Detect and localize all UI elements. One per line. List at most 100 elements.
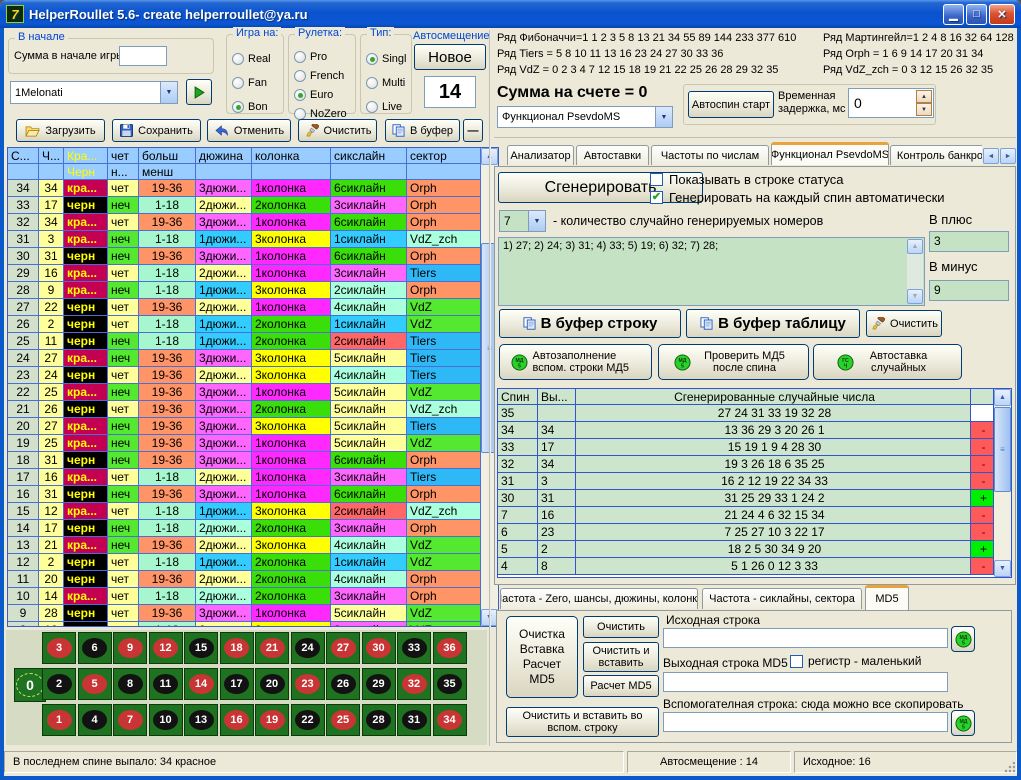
table-row[interactable]: 3234кра...чет19-363дюжи...1колонка6сикла…	[8, 214, 481, 231]
copy-row-button[interactable]: В буфер строку	[499, 309, 681, 338]
table-row[interactable]: 2916кра...чет1-182дюжи...1колонка3сиклай…	[8, 265, 481, 282]
minus-value-field[interactable]: 9	[929, 280, 1009, 301]
board-cell-8[interactable]: 8	[113, 668, 147, 700]
board-cell-12[interactable]: 12	[149, 632, 183, 664]
brush-button[interactable]: Очистить	[298, 119, 377, 142]
table-row[interactable]: 2324чернчет19-362дюжи...3колонка4сиклайн…	[8, 367, 481, 384]
table-row[interactable]: 2027кра...неч19-363дюжи...3колонка5сикла…	[8, 418, 481, 435]
spin-table-row[interactable]: 303131 25 29 33 1 24 2+	[498, 490, 994, 507]
copy-table-button[interactable]: В буфер таблицу	[686, 309, 860, 338]
md5-calc-button[interactable]: Расчет MD5	[583, 675, 659, 697]
radio-euro[interactable]: Euro	[294, 89, 333, 101]
radio-multi[interactable]: Multi	[366, 77, 405, 89]
spinner-down-icon[interactable]: ▼	[916, 103, 932, 116]
minimize-button[interactable]: ▁	[943, 4, 964, 25]
chevron-down-icon[interactable]: ▼	[655, 107, 672, 127]
table-row[interactable]: 2427кра...неч19-363дюжи...3колонка5сикла…	[8, 350, 481, 367]
spin-table-row[interactable]: 71621 24 4 6 32 15 34-	[498, 507, 994, 524]
scroll-down-icon[interactable]: ▼	[907, 289, 923, 304]
board-cell-32[interactable]: 32	[397, 668, 431, 700]
board-cell-31[interactable]: 31	[397, 704, 431, 736]
table-row[interactable]: 928чернчет19-363дюжи...1колонка5сиклайнV…	[8, 605, 481, 622]
spin-table-row[interactable]: 6237 25 27 10 3 22 17-	[498, 524, 994, 541]
board-cell-17[interactable]: 17	[220, 668, 254, 700]
checkbox-icon[interactable]	[650, 191, 663, 204]
board-cell-7[interactable]: 7	[113, 704, 147, 736]
table-row[interactable]: 2126чернчет19-363дюжи...2колонка5сиклайн…	[8, 401, 481, 418]
board-cell-26[interactable]: 26	[326, 668, 360, 700]
checkbox-icon[interactable]	[790, 655, 803, 668]
plus-value-field[interactable]: 3	[929, 231, 1009, 252]
textarea-scrollbar[interactable]: ▲ ▼	[907, 239, 923, 304]
open-button[interactable]: Загрузить	[16, 119, 105, 142]
spin-table-row[interactable]: 323419 3 26 18 6 35 25-	[498, 456, 994, 473]
md5-clear-button[interactable]: Очистить	[583, 616, 659, 638]
board-cell-14[interactable]: 14	[184, 668, 218, 700]
copy-button[interactable]: В буфер	[385, 119, 460, 142]
md5-aux-calc-button[interactable]: МД5	[951, 710, 975, 736]
generated-numbers-textarea[interactable]: 1) 27; 2) 24; 3) 31; 4) 33; 5) 19; 6) 32…	[498, 237, 925, 306]
auto-bet-button[interactable]: ГСЧ Автоставка случайных	[813, 344, 962, 380]
board-cell-19[interactable]: 19	[255, 704, 289, 736]
board-cell-24[interactable]: 24	[291, 632, 325, 664]
spin-table-row[interactable]: 5218 2 5 30 34 9 20+	[498, 541, 994, 558]
table-row[interactable]: 3434кра...чет19-363дюжи...1колонка6сикла…	[8, 180, 481, 197]
undo-button[interactable]: Отменить	[207, 119, 291, 142]
radio-french[interactable]: French	[294, 70, 344, 82]
table-row[interactable]: 1831черннеч19-363дюжи...1колонка6сиклайн…	[8, 452, 481, 469]
table-row[interactable]: 818чернчет1-182дюжи...3колонка3сиклайнVd…	[8, 622, 481, 627]
tab-3[interactable]: Частоты по числам	[651, 145, 769, 165]
md5-big-button[interactable]: Очистка Вставка Расчет MD5	[506, 616, 578, 698]
table-row[interactable]: 2225кра...неч19-363дюжи...1колонка5сикла…	[8, 384, 481, 401]
board-cell-5[interactable]: 5	[78, 668, 112, 700]
table-row[interactable]: 2511черннеч1-181дюжи...2колонка2сиклайнT…	[8, 333, 481, 350]
spin-table-row[interactable]: 343413 36 29 3 20 26 1-	[498, 422, 994, 439]
start-sum-input[interactable]	[119, 46, 167, 66]
spins-scrollbar[interactable]: ▲ ≡ ▼	[994, 389, 1011, 577]
table-row[interactable]: 122чернчет1-181дюжи...2колонка1сиклайнVd…	[8, 554, 481, 571]
table-row[interactable]: 313кра...неч1-181дюжи...3колонка1сиклайн…	[8, 231, 481, 248]
radio-fan[interactable]: Fan	[232, 77, 267, 89]
md5-autofill-button[interactable]: МД5 Автозаполнение вспом. строки МД5	[499, 344, 652, 380]
save-button[interactable]: Сохранить	[112, 119, 201, 142]
table-row[interactable]: 1014кра...чет1-182дюжи...2колонка3сиклай…	[8, 588, 481, 605]
board-cell-16[interactable]: 16	[220, 704, 254, 736]
tab-5[interactable]: Контроль банкро	[890, 145, 982, 165]
spin-table-row[interactable]: 485 1 26 0 12 3 33-	[498, 558, 994, 575]
table-row[interactable]: 1716кра...чет1-182дюжи...1колонка3сиклай…	[8, 469, 481, 486]
tabs-scroll-left-icon[interactable]: ◄	[983, 148, 999, 164]
md5-aux-input[interactable]	[663, 712, 948, 732]
board-cell-27[interactable]: 27	[326, 632, 360, 664]
collapse-button[interactable]: —	[463, 119, 483, 142]
spin-table-row[interactable]: 331715 19 1 9 4 28 30-	[498, 439, 994, 456]
table-row[interactable]: 3031черннеч19-363дюжи...1колонка6сиклайн…	[8, 248, 481, 265]
board-cell-21[interactable]: 21	[255, 632, 289, 664]
scrollbar-thumb[interactable]: ≡	[994, 407, 1011, 492]
board-cell-2[interactable]: 2	[42, 668, 76, 700]
radio-pro[interactable]: Pro	[294, 51, 327, 63]
md5-source-input[interactable]	[663, 628, 948, 648]
md5-output-input[interactable]	[663, 672, 948, 692]
count-combobox[interactable]: 7 ▼	[499, 210, 546, 232]
board-cell-33[interactable]: 33	[397, 632, 431, 664]
auto-generate-checkbox[interactable]: Генерировать на каждый спин автоматическ…	[650, 190, 945, 205]
chevron-down-icon[interactable]: ▼	[160, 82, 177, 103]
table-row[interactable]: 1417черннеч1-182дюжи...2колонка3сиклайнO…	[8, 520, 481, 537]
spinner-up-icon[interactable]: ▲	[916, 90, 932, 103]
autospin-start-button[interactable]: Автоспин старт	[688, 91, 774, 118]
tabs-scroll-right-icon[interactable]: ►	[1000, 148, 1016, 164]
md5-check-button[interactable]: МД5 Проверить МД5 после спина	[658, 344, 809, 380]
board-cell-23[interactable]: 23	[291, 668, 325, 700]
tab-2[interactable]: Автоставки	[576, 145, 649, 165]
radio-real[interactable]: Real	[232, 53, 271, 65]
table-row[interactable]: 1512кра...чет1-181дюжи...3колонка2сиклай…	[8, 503, 481, 520]
board-cell-1[interactable]: 1	[42, 704, 76, 736]
md5-clear-paste-button[interactable]: Очистить и вставить	[583, 642, 659, 672]
table-row[interactable]: 1925кра...неч19-363дюжи...1колонка5сикла…	[8, 435, 481, 452]
board-cell-35[interactable]: 35	[433, 668, 467, 700]
board-cell-15[interactable]: 15	[184, 632, 218, 664]
profile-combobox[interactable]: 1Melonati ▼	[10, 81, 178, 104]
radio-bon[interactable]: Bon	[232, 101, 268, 113]
table-row[interactable]: 262чернчет1-181дюжи...2колонка1сиклайнVd…	[8, 316, 481, 333]
spin-table-row[interactable]: 31316 2 12 19 22 34 33-	[498, 473, 994, 490]
